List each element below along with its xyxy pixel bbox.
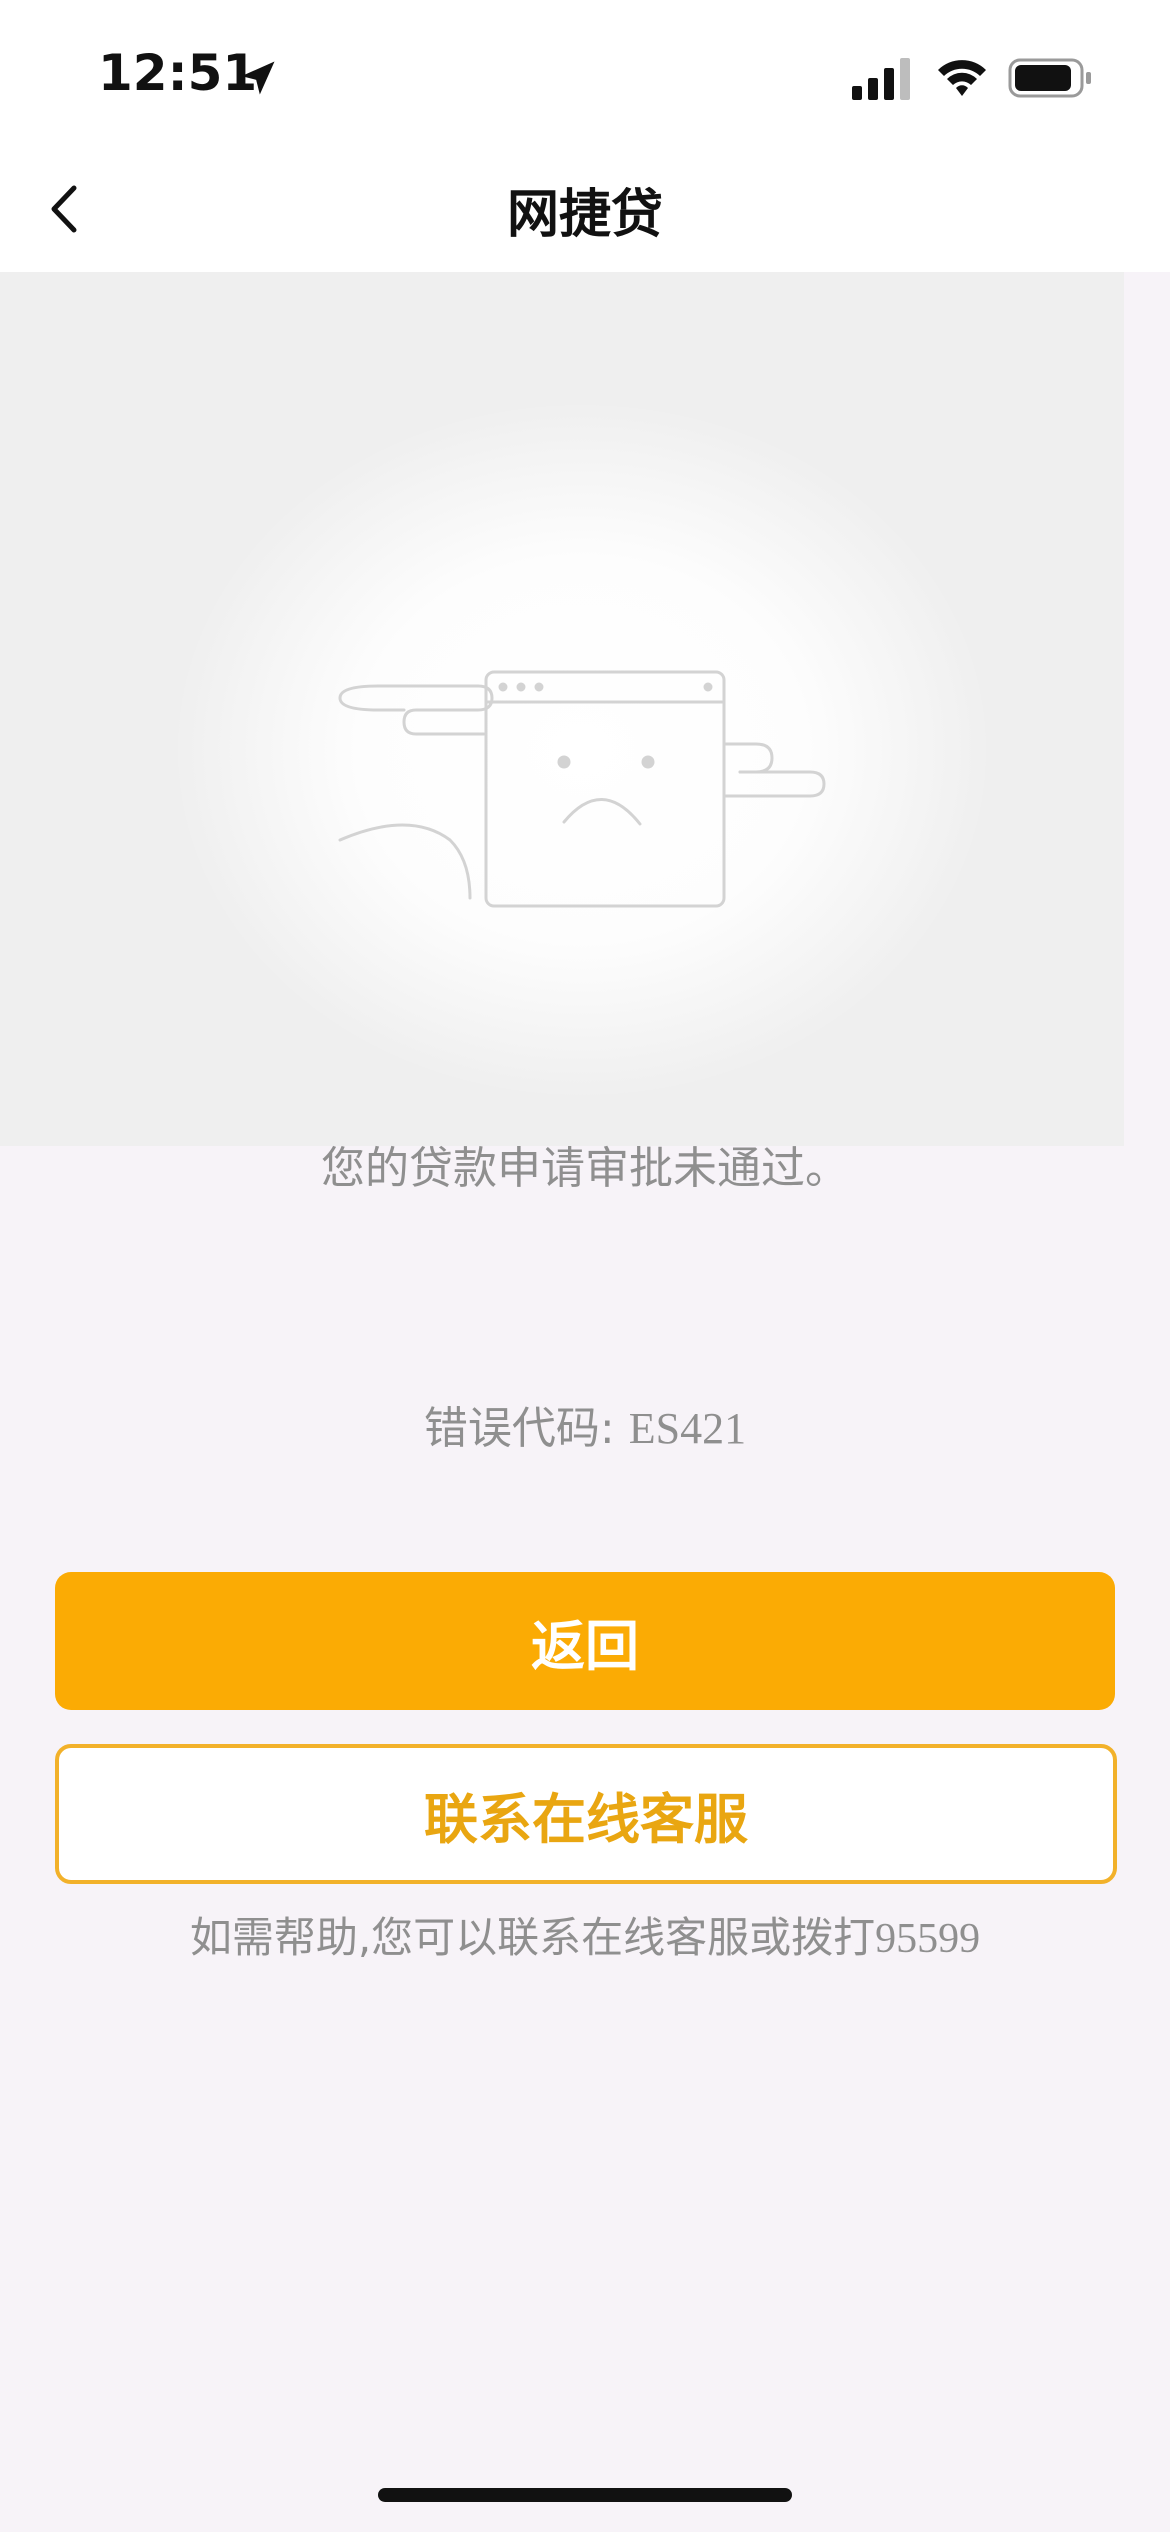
contact-support-label: 联系在线客服 <box>424 1787 748 1851</box>
back-button[interactable]: 返回 <box>55 1572 1115 1710</box>
error-code-line: 错误代码: ES421 <box>0 1392 1170 1456</box>
error-code-label: 错误代码: <box>423 1403 629 1454</box>
result-message: 您的贷款申请审批未通过。 <box>321 1143 849 1194</box>
back-button-label: 返回 <box>531 1614 639 1678</box>
help-text: 如需帮助,您可以联系在线客服或拨打95599 <box>0 1904 1170 1965</box>
location-arrow-icon <box>241 61 275 95</box>
help-text-body: 如需帮助,您可以联系在线客服或拨打 <box>189 1913 876 1962</box>
status-time: 12:51 <box>98 44 258 102</box>
battery-icon <box>1008 58 1091 98</box>
error-code-value: ES421 <box>628 1404 747 1453</box>
page-title: 网捷贷 <box>506 185 663 245</box>
help-phone-number[interactable]: 95599 <box>875 1916 980 1962</box>
home-indicator[interactable] <box>378 2488 792 2502</box>
contact-support-button[interactable]: 联系在线客服 <box>55 1744 1117 1884</box>
cellular-signal-icon <box>852 58 910 100</box>
sad-window-illustration <box>338 670 826 908</box>
wifi-icon <box>938 60 986 96</box>
